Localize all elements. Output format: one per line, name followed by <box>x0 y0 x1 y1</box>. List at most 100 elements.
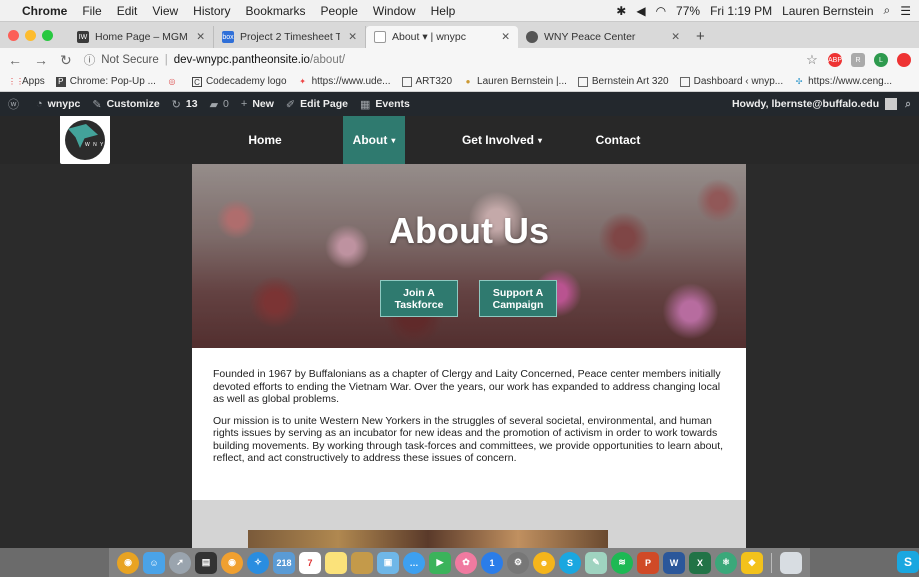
join-taskforce-button[interactable]: Join A Taskforce <box>380 280 458 317</box>
wp-events[interactable]: ▦ Events <box>360 98 410 111</box>
zoom-window-button[interactable] <box>42 29 53 41</box>
bookmark-star-icon[interactable]: ☆ <box>805 52 819 67</box>
bookmark-bernstein-art320[interactable]: Bernstein Art 320 <box>577 76 669 87</box>
menu-file[interactable]: File <box>82 4 101 18</box>
support-campaign-button[interactable]: Support A Campaign <box>479 280 557 317</box>
address-bar[interactable]: ⓘ Not Secure | dev-wnypc.pantheonsite.io… <box>84 51 796 70</box>
menu-help[interactable]: Help <box>431 4 456 18</box>
notes-dock-icon[interactable] <box>325 551 347 574</box>
mail-dock-icon[interactable]: 218 <box>273 551 295 574</box>
tab-wny-peace-center[interactable]: WNY Peace Center ✕ <box>518 26 688 48</box>
minimize-window-button[interactable] <box>25 29 36 41</box>
messages-dock-icon[interactable]: … <box>403 551 425 574</box>
site-logo[interactable]: W N Y <box>60 116 110 164</box>
wordpress-logo-icon[interactable]: ⓦ <box>8 96 24 112</box>
page-icon <box>374 31 386 43</box>
adblock-icon[interactable]: ABP <box>828 53 842 67</box>
clock[interactable]: Fri 1:19 PM <box>710 4 772 18</box>
photoshop-dock-icon[interactable]: ✎ <box>585 551 607 574</box>
launchpad-dock-icon[interactable]: ➚ <box>169 551 191 574</box>
search-icon[interactable]: ⌕ <box>905 98 911 111</box>
wp-comments[interactable]: ▰ 0 <box>210 98 229 111</box>
extension-red-icon[interactable] <box>897 53 911 67</box>
chrome-dock-icon[interactable]: ◉ <box>117 551 139 574</box>
atom-dock-icon[interactable]: ⚛ <box>715 551 737 574</box>
photos-dock-icon[interactable]: ✿ <box>455 551 477 574</box>
cyberduck-dock-icon[interactable]: ◆ <box>741 551 763 574</box>
page-gutter-left <box>0 164 192 548</box>
bookmark-dashboard[interactable]: Dashboard ‹ wnyp... <box>679 76 783 87</box>
wp-site-name[interactable]: ◔ wnypc <box>36 98 80 110</box>
bookmark-udemy[interactable]: ✦ https://www.ude... <box>298 76 390 87</box>
menu-history[interactable]: History <box>193 4 230 18</box>
new-tab-button[interactable]: + <box>696 26 705 48</box>
close-tab-icon[interactable]: ✕ <box>501 31 510 43</box>
bookmark-ceng[interactable]: ✣ https://www.ceng... <box>794 76 892 87</box>
spotlight-icon[interactable]: ⌕ <box>884 3 891 18</box>
wp-edit-page[interactable]: ✐ Edit Page <box>286 98 348 111</box>
close-tab-icon[interactable]: ✕ <box>196 31 205 43</box>
wp-edit-label: Edit Page <box>300 98 348 110</box>
calendar-dock-icon[interactable]: 7 <box>299 551 321 574</box>
nav-home[interactable]: Home <box>238 116 292 164</box>
profile-avatar[interactable]: L <box>874 53 888 67</box>
reload-icon[interactable]: ↻ <box>60 52 72 69</box>
skype-dock-icon[interactable]: S <box>559 551 581 574</box>
extension-icon[interactable]: R <box>851 53 865 67</box>
volume-icon[interactable]: ◀ <box>636 4 645 18</box>
notification-center-icon[interactable]: ☰ <box>900 4 911 18</box>
battery-percent[interactable]: 77% <box>676 4 700 18</box>
finder-dock-icon[interactable]: ☺ <box>143 551 165 574</box>
ibooks-dock-icon[interactable] <box>351 551 373 574</box>
system-preferences-dock-icon[interactable]: ⚙ <box>507 551 529 574</box>
menu-app-name[interactable]: Chrome <box>22 4 67 18</box>
url-host: dev-wnypc.pantheonsite.io <box>173 54 310 66</box>
bluetooth-icon[interactable]: ✱ <box>616 4 626 18</box>
facetime-dock-icon[interactable]: ▶ <box>429 551 451 574</box>
menu-people[interactable]: People <box>321 4 358 18</box>
powerpoint-dock-icon[interactable]: P <box>637 551 659 574</box>
close-tab-icon[interactable]: ✕ <box>348 31 357 43</box>
safari-dock-icon[interactable]: ✧ <box>247 551 269 574</box>
wp-customize[interactable]: ✎ Customize <box>92 98 159 111</box>
user-name[interactable]: Lauren Bernstein <box>782 4 873 18</box>
wp-account[interactable]: Howdy, lbernste@buffalo.edu ⌕ <box>732 98 911 111</box>
close-window-button[interactable] <box>8 29 19 41</box>
nav-get-involved[interactable]: Get Involved ▾ <box>460 116 544 164</box>
wifi-icon[interactable]: ◠ <box>656 4 666 18</box>
tab-home-page[interactable]: IW Home Page – MGM403LECF1… ✕ <box>69 26 214 48</box>
menu-window[interactable]: Window <box>373 4 416 18</box>
dashboard-dock-icon[interactable]: ▤ <box>195 551 217 574</box>
nav-about[interactable]: About ▾ <box>343 116 405 164</box>
bookmark-lauren-bernstein[interactable]: ● Lauren Bernstein |... <box>463 76 567 87</box>
nav-contact[interactable]: Contact <box>592 116 644 164</box>
word-dock-icon[interactable]: W <box>663 551 685 574</box>
tab-timesheet[interactable]: box Project 2 Timesheet Team 2.xl ✕ <box>214 26 366 48</box>
menu-view[interactable]: View <box>152 4 178 18</box>
trash-icon[interactable] <box>780 551 802 574</box>
info-icon[interactable]: ⓘ <box>84 52 96 68</box>
contacts-dock-icon[interactable]: ☻ <box>533 551 555 574</box>
bookmark-apps[interactable]: ⋮⋮ Apps <box>8 76 45 87</box>
tab-about-wnypc[interactable]: About ▾ | wnypc ✕ <box>366 26 518 48</box>
preview-dock-icon[interactable]: ▣ <box>377 551 399 574</box>
menu-bookmarks[interactable]: Bookmarks <box>246 4 306 18</box>
chrome-canary-dock-icon[interactable]: ◉ <box>221 551 243 574</box>
forward-arrow-icon[interactable]: → <box>34 52 48 68</box>
wp-customize-label: Customize <box>106 98 160 110</box>
bookmark-chrome-popup[interactable]: P Chrome: Pop-Up ... <box>55 76 156 87</box>
excel-dock-icon[interactable]: X <box>689 551 711 574</box>
spotify-dock-icon[interactable]: ≋ <box>611 551 633 574</box>
back-arrow-icon[interactable]: ← <box>8 52 22 68</box>
skype-notification-icon[interactable]: S <box>897 551 919 573</box>
wp-new[interactable]: + New <box>241 98 274 110</box>
wp-events-label: Events <box>375 98 410 110</box>
wp-updates[interactable]: ↻ 13 <box>172 98 198 111</box>
bookmark-art320[interactable]: ART320 <box>401 76 452 87</box>
calendar-icon: ▦ <box>359 98 371 111</box>
bookmark-codecademy[interactable]: C Codecademy logo <box>191 76 287 87</box>
close-tab-icon[interactable]: ✕ <box>671 31 680 43</box>
app-store-dock-icon[interactable]: 1 <box>481 551 503 574</box>
bookmark-pinterest[interactable]: ◎ <box>167 77 181 87</box>
menu-edit[interactable]: Edit <box>117 4 138 18</box>
